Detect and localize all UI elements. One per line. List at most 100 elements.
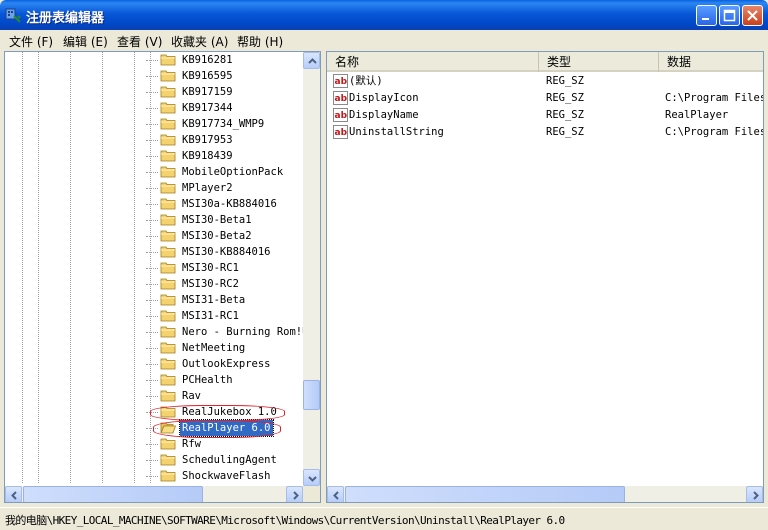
tree-connector [146,124,158,125]
folder-icon [160,390,176,402]
scroll-thumb[interactable] [23,486,203,502]
list-row[interactable]: ab DisplayIcon REG_SZ C:\Program Files [327,90,763,107]
string-value-icon-text: ab [335,111,348,121]
tree-connector [146,108,158,109]
tree-item-label: MSI30-Beta2 [182,230,252,242]
value-name: (默认) [349,75,383,87]
title-bar[interactable]: 注册表编辑器 [0,0,768,30]
folder-icon [160,134,176,146]
tree-connector [146,284,158,285]
menu-help[interactable]: 帮助 (H) [237,33,283,50]
tree-connector [146,332,158,333]
menu-favorites[interactable]: 收藏夹 (A) [171,33,228,50]
string-value-icon: ab [333,108,348,122]
scroll-thumb[interactable] [345,486,625,502]
scroll-left-button[interactable] [327,486,344,502]
chevron-left-icon [333,491,339,500]
status-bar: 我的电脑\HKEY_LOCAL_MACHINE\SOFTWARE\Microso… [0,507,768,530]
tree-connector [146,252,158,253]
tree-connector [146,444,158,445]
value-name: DisplayName [349,109,419,121]
tree-connector [146,60,158,61]
menu-edit[interactable]: 编辑 (E) [63,33,108,50]
tree-item-label: KB916281 [182,54,233,66]
tree-item-label: KB917953 [182,134,233,146]
folder-icon [160,262,176,274]
tree-connector [146,348,158,349]
tree-item-label: KB918439 [182,150,233,162]
folder-icon [160,214,176,226]
scroll-thumb[interactable] [303,380,320,410]
tree-item-label: Rfw [182,438,201,450]
tree-connector [146,268,158,269]
tree-item-label: MSI30-RC2 [182,278,239,290]
maximize-icon [723,9,736,22]
chevron-left-icon [11,491,17,500]
list-row[interactable]: ab DisplayName REG_SZ RealPlayer [327,107,763,124]
value-list[interactable]: 名称 类型 数据 ab (默认) REG_SZ ab DisplayIcon REG_SZ… [326,51,764,503]
scroll-down-button[interactable] [303,469,320,486]
folder-icon [160,246,176,258]
close-icon [747,10,758,21]
tree-horizontal-scrollbar[interactable] [5,486,303,502]
value-type: REG_SZ [546,75,584,87]
window-title: 注册表编辑器 [26,11,105,26]
tree-vertical-scrollbar[interactable] [303,52,320,486]
minimize-icon [702,18,709,20]
scroll-left-button[interactable] [5,486,22,502]
tree-item-label: KB917344 [182,102,233,114]
column-type[interactable]: 类型 [539,52,659,72]
tree-connector [146,236,158,237]
annotation-circle [153,420,281,438]
tree-guide-lines [22,52,151,484]
column-name[interactable]: 名称 [327,52,539,72]
maximize-button[interactable] [719,5,740,26]
tree-item-label: NetMeeting [182,342,246,354]
close-button[interactable] [742,5,763,26]
value-type: REG_SZ [546,109,584,121]
tree-connector [146,476,158,477]
folder-icon [160,230,176,242]
string-value-icon: ab [333,91,348,105]
tree-item-label: MSI30-RC1 [182,262,239,274]
scroll-right-button[interactable] [286,486,303,502]
list-horizontal-scrollbar[interactable] [327,486,763,502]
tree-item-label: MSI30a-KB884016 [182,198,277,210]
string-value-icon-text: ab [335,94,348,104]
folder-icon [160,182,176,194]
scrollbar-corner [303,486,320,502]
menu-bar: 文件 (F) 编辑 (E) 查看 (V) 收藏夹 (A) 帮助 (H) [0,30,768,50]
folder-icon [160,278,176,290]
value-type: REG_SZ [546,92,584,104]
folder-icon [160,150,176,162]
column-data[interactable]: 数据 [659,52,763,72]
tree-connector [146,460,158,461]
folder-icon [160,198,176,210]
menu-file[interactable]: 文件 (F) [9,33,53,50]
value-name: DisplayIcon [349,92,419,104]
tree-item-label: OutlookExpress [182,358,271,370]
tree-item-label: KB917159 [182,86,233,98]
scroll-right-button[interactable] [746,486,763,502]
key-tree[interactable]: KB916281 KB916595 KB917159 KB917344 KB917734… [4,51,321,503]
value-name: UninstallString [349,126,444,138]
tree-item-label: PCHealth [182,374,233,386]
value-data: RealPlayer [665,109,729,121]
tree-connector [146,396,158,397]
menu-view[interactable]: 查看 (V) [117,33,162,50]
folder-icon [160,86,176,98]
tree-item-label: MSI30-KB884016 [182,246,271,258]
annotation-circle [150,405,285,421]
list-row[interactable]: ab UninstallString REG_SZ C:\Program Files [327,124,764,141]
scroll-up-button[interactable] [303,52,320,69]
tree-connector [146,300,158,301]
tree-connector [146,316,158,317]
tree-connector [146,172,158,173]
folder-icon [160,454,176,466]
folder-icon [160,358,176,370]
list-row[interactable]: ab (默认) REG_SZ [327,73,763,90]
value-data: C:\Program Files [665,126,764,138]
minimize-button[interactable] [696,5,717,26]
folder-icon [160,102,176,114]
tree-item-label: KB917734_WMP9 [182,118,265,130]
